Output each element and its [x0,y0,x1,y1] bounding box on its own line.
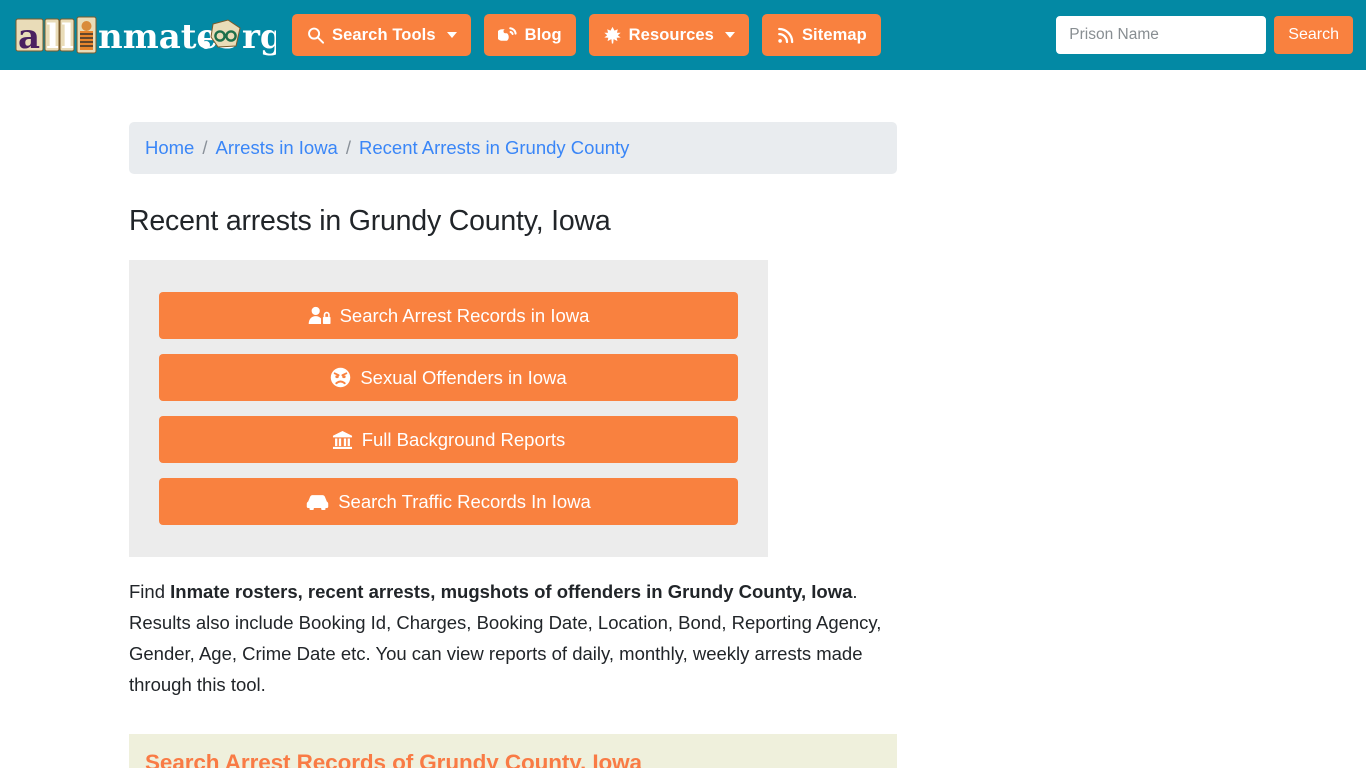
nav-search-tools-label: Search Tools [332,25,436,44]
search-arrest-records-label: Search Arrest Records in Iowa [339,304,590,326]
full-background-reports-button[interactable]: Full Background Reports [159,416,738,463]
prison-name-search-input[interactable] [1056,16,1267,54]
site-header: a l l nmates rg Search Tools Blog Resour… [0,0,1366,70]
search-arrest-records-button[interactable]: Search Arrest Records in Iowa [159,292,738,339]
action-button-panel: Search Arrest Records in Iowa Sexual Off… [129,260,768,557]
breadcrumb-item-current[interactable]: Recent Arrests in Grundy County [359,137,629,159]
search-records-section: Search Arrest Records of Grundy County, … [129,734,897,768]
svg-text:a: a [18,17,40,57]
page-description: Find Inmate rosters, recent arrests, mug… [129,576,889,700]
svg-text:l: l [46,17,59,57]
chevron-down-icon [446,32,457,38]
search-traffic-records-button[interactable]: Search Traffic Records In Iowa [159,478,738,525]
nav-blog-button[interactable]: Blog [483,14,576,56]
nav-sitemap-button[interactable]: Sitemap [761,14,881,56]
car-icon [306,493,329,511]
svg-text:l: l [61,17,74,57]
leaf-icon [603,25,622,45]
main-navigation: Search Tools Blog Resources Sitemap [292,14,881,56]
nav-sitemap-label: Sitemap [801,25,867,44]
user-lock-icon [308,306,331,325]
landmark-building-icon [332,430,353,450]
description-bold: Inmate rosters, recent arrests, mugshots… [170,581,853,602]
search-traffic-records-label: Search Traffic Records In Iowa [338,490,591,512]
angry-face-icon [330,367,351,388]
breadcrumb-separator: / [345,137,351,158]
sexual-offenders-label: Sexual Offenders in Iowa [360,366,567,388]
search-magnifier-icon [306,26,325,45]
breadcrumb-separator: / [202,137,208,158]
full-background-reports-label: Full Background Reports [361,428,566,450]
prisoner-figure-icon [76,16,97,54]
nav-search-tools-button[interactable]: Search Tools [292,14,471,56]
svg-text:rg: rg [242,17,276,57]
sexual-offenders-button[interactable]: Sexual Offenders in Iowa [159,354,738,401]
site-logo[interactable]: a l l nmates rg [14,12,276,58]
section-heading: Search Arrest Records of Grundy County, … [145,750,642,768]
nav-resources-button[interactable]: Resources [588,14,749,56]
header-search-button[interactable]: Search [1274,16,1353,54]
nav-blog-label: Blog [524,25,562,44]
description-lead: Find [129,581,171,602]
chevron-down-icon [724,32,735,38]
breadcrumb-item-arrests-in-iowa[interactable]: Arrests in Iowa [216,137,338,159]
content-container: Home / Arrests in Iowa / Recent Arrests … [129,122,897,768]
rss-feed-icon [776,26,795,45]
header-search-group: Search [1056,16,1353,54]
nav-resources-label: Resources [628,25,714,44]
blogger-b-icon [497,25,518,45]
breadcrumb-item-home[interactable]: Home [145,137,194,159]
page-title: Recent arrests in Grundy County, Iowa [129,205,611,237]
logo-graphic: a l l nmates rg [15,16,276,57]
breadcrumb: Home / Arrests in Iowa / Recent Arrests … [129,122,897,174]
